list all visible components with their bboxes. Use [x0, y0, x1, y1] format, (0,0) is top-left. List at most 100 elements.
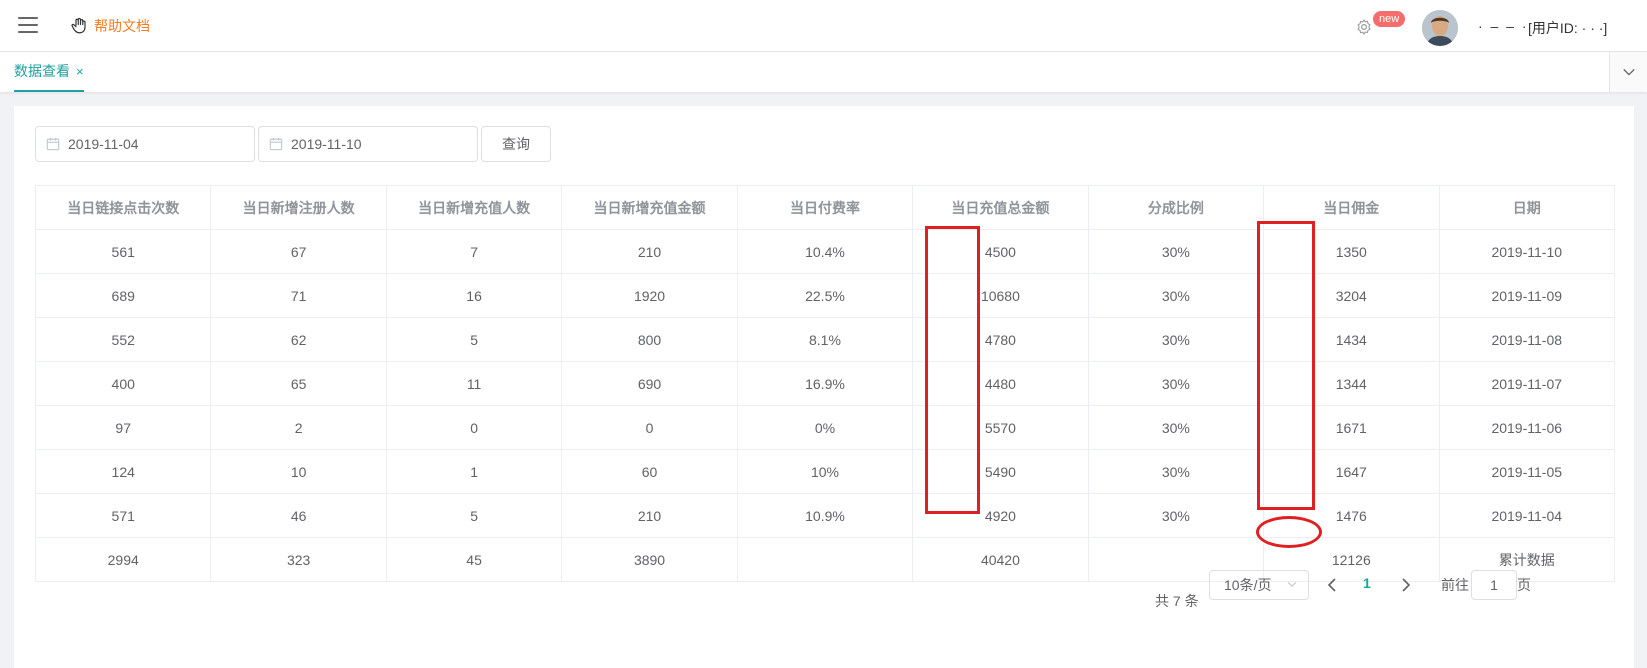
data-table: 当日链接点击次数 当日新增注册人数 当日新增充值人数 当日新增充值金额 当日付费率 当日充…	[34, 185, 1615, 582]
table-cell: 210	[561, 229, 738, 274]
avatar[interactable]	[1422, 10, 1458, 46]
table-cell: 10.4%	[736, 229, 914, 274]
table-cell: 10%	[736, 449, 914, 494]
table-cell: 690	[561, 361, 738, 406]
table-cell: 46	[210, 493, 387, 538]
table-cell	[736, 537, 914, 582]
table-row: 124 10 1 60 10% 5490 30% 1647 2019-11-05	[34, 449, 1615, 494]
prev-page-icon[interactable]	[1324, 575, 1340, 595]
table-cell: 97	[34, 405, 212, 450]
goto-label: 前往	[1441, 577, 1469, 593]
column-header: 当日付费率	[736, 185, 914, 230]
table-cell: 65	[210, 361, 387, 406]
table-cell: 40420	[912, 537, 1089, 582]
table-cell: 45	[385, 537, 563, 582]
chevron-down-icon	[1622, 68, 1635, 76]
table-cell: 2019-11-05	[1438, 449, 1615, 494]
help-docs-link[interactable]: 帮助文档	[70, 16, 150, 36]
table-cell: 552	[34, 317, 212, 362]
next-page-icon[interactable]	[1398, 575, 1414, 595]
table-cell: 11	[385, 361, 563, 406]
table-cell: 7	[385, 229, 563, 274]
table-cell: 30%	[1087, 493, 1265, 538]
table-row: 400 65 11 690 16.9% 4480 30% 1344 2019-11-07	[34, 361, 1615, 406]
table-cell: 3890	[561, 537, 738, 582]
end-date-picker[interactable]: 2019-11-10	[258, 126, 478, 162]
help-docs-label: 帮助文档	[94, 18, 150, 34]
table-cell: 2	[210, 405, 387, 450]
table-cell: 1	[385, 449, 563, 494]
table-cell: 30%	[1087, 317, 1265, 362]
table-cell: 67	[210, 229, 387, 274]
table-cell: 30%	[1087, 405, 1265, 450]
table-cell: 2019-11-06	[1438, 405, 1615, 450]
page-size-select[interactable]: 10条/页	[1209, 570, 1309, 600]
chevron-down-icon	[1287, 582, 1297, 588]
table-cell: 2019-11-08	[1438, 317, 1615, 362]
table-cell: 0%	[736, 405, 914, 450]
table-cell: 561	[34, 229, 212, 274]
new-badge: new	[1373, 11, 1406, 27]
table-cell: 2019-11-10	[1438, 229, 1615, 274]
table-row: 689 71 16 1920 22.5% 10680 30% 3204 2019-11-09	[34, 273, 1615, 318]
table-cell: 2994	[34, 537, 212, 582]
gear-icon[interactable]	[1355, 18, 1373, 36]
username: · – – ·	[1478, 18, 1529, 34]
page-number-current[interactable]: 1	[1363, 575, 1371, 591]
table-body: 561 67 7 210 10.4% 4500 30% 1350 2019-11-10 689 71…	[34, 229, 1615, 582]
table-cell: 571	[34, 493, 212, 538]
table-row: 552 62 5 800 8.1% 4780 30% 1434 2019-11-08	[34, 317, 1615, 362]
content-card: 2019-11-04 2019-11-10 查询 当日链接点击次数 当日新增注册人…	[14, 106, 1634, 668]
table-cell: 22.5%	[736, 273, 914, 318]
table-cell: 10.9%	[736, 493, 914, 538]
table-cell: 2019-11-09	[1438, 273, 1615, 318]
table-row: 561 67 7 210 10.4% 4500 30% 1350 2019-11-10	[34, 229, 1615, 274]
table-cell: 5	[385, 317, 563, 362]
annotation-box-commission	[1257, 221, 1315, 510]
table-cell: 30%	[1087, 229, 1265, 274]
goto-page-input[interactable]	[1471, 570, 1517, 600]
query-button[interactable]: 查询	[481, 126, 551, 162]
menu-toggle-icon[interactable]	[18, 17, 38, 33]
tab-data-view[interactable]: 数据查看 ×	[14, 52, 84, 92]
table-row: 571 46 5 210 10.9% 4920 30% 1476 2019-11-04	[34, 493, 1615, 538]
annotation-box-total-recharge	[925, 226, 980, 514]
table-cell: 62	[210, 317, 387, 362]
end-date-value: 2019-11-10	[291, 136, 362, 152]
table-cell: 71	[210, 273, 387, 318]
table-cell: 30%	[1087, 273, 1265, 318]
table-row: 97 2 0 0 0% 5570 30% 1671 2019-11-06	[34, 405, 1615, 450]
table-cell: 1920	[561, 273, 738, 318]
table-cell: 16	[385, 273, 563, 318]
tab-dropdown-button[interactable]	[1609, 52, 1647, 92]
table-cell: 2019-11-07	[1438, 361, 1615, 406]
table-cell: 16.9%	[736, 361, 914, 406]
column-header: 当日新增充值金额	[561, 185, 738, 230]
column-header: 日期	[1438, 185, 1615, 230]
page-size-value: 10条/页	[1224, 577, 1272, 593]
table-cell: 60	[561, 449, 738, 494]
table-cell: 800	[561, 317, 738, 362]
table-cell: 10	[210, 449, 387, 494]
calendar-icon	[269, 137, 283, 151]
tab-bar: 数据查看 ×	[0, 52, 1647, 92]
table-cell: 0	[385, 405, 563, 450]
column-header: 分成比例	[1087, 185, 1265, 230]
column-header: 当日新增注册人数	[210, 185, 387, 230]
start-date-picker[interactable]: 2019-11-04	[35, 126, 255, 162]
table-cell: 5	[385, 493, 563, 538]
table-cell: 0	[561, 405, 738, 450]
page-unit-label: 页	[1517, 577, 1531, 593]
table-header-row: 当日链接点击次数 当日新增注册人数 当日新增充值人数 当日新增充值金额 当日付费率 当日充…	[34, 185, 1615, 230]
column-header: 当日充值总金额	[912, 185, 1089, 230]
annotation-ellipse-total-commission	[1256, 516, 1322, 548]
table-cell: 323	[210, 537, 387, 582]
hand-pointer-icon	[71, 17, 86, 34]
table-cell: 210	[561, 493, 738, 538]
table-summary-row: 2994 323 45 3890 40420 12126 累计数据	[34, 537, 1615, 582]
tab-label: 数据查看	[14, 63, 70, 79]
table-cell: 8.1%	[736, 317, 914, 362]
table-cell: 124	[34, 449, 212, 494]
close-icon[interactable]: ×	[76, 64, 84, 79]
column-header: 当日链接点击次数	[34, 185, 212, 230]
